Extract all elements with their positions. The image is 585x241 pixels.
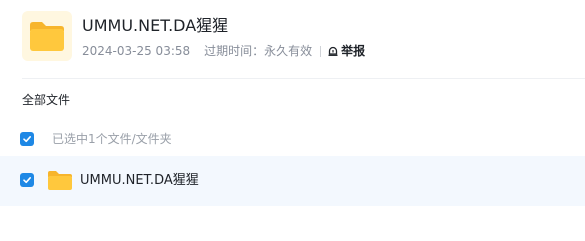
selection-count: 已选中1个文件/文件夹 xyxy=(52,132,172,146)
folder-icon xyxy=(22,11,72,61)
check-icon xyxy=(23,136,31,143)
file-name[interactable]: UMMU.NET.DA猩猩 xyxy=(80,172,199,190)
expire-text: 过期时间：永久有效 xyxy=(204,44,313,58)
share-meta: 2024-03-25 03:58 过期时间：永久有效 举报 xyxy=(82,43,365,59)
share-title: UMMU.NET.DA猩猩 xyxy=(82,16,229,35)
report-label: 举报 xyxy=(341,44,366,58)
folder-icon xyxy=(47,169,73,195)
breadcrumb[interactable]: 全部文件 xyxy=(22,92,70,108)
header-divider xyxy=(22,78,585,79)
share-date: 2024-03-25 03:58 xyxy=(82,44,191,58)
report-icon xyxy=(328,46,338,56)
selection-bar: 已选中1个文件/文件夹 xyxy=(0,124,585,154)
select-all-checkbox[interactable] xyxy=(20,132,34,146)
share-header: UMMU.NET.DA猩猩 2024-03-25 03:58 过期时间：永久有效… xyxy=(0,0,585,78)
report-button[interactable]: 举报 xyxy=(327,43,365,59)
check-icon xyxy=(23,177,31,184)
meta-divider xyxy=(320,45,322,57)
row-checkbox[interactable] xyxy=(20,173,34,187)
table-row[interactable]: UMMU.NET.DA猩猩 xyxy=(0,156,585,206)
